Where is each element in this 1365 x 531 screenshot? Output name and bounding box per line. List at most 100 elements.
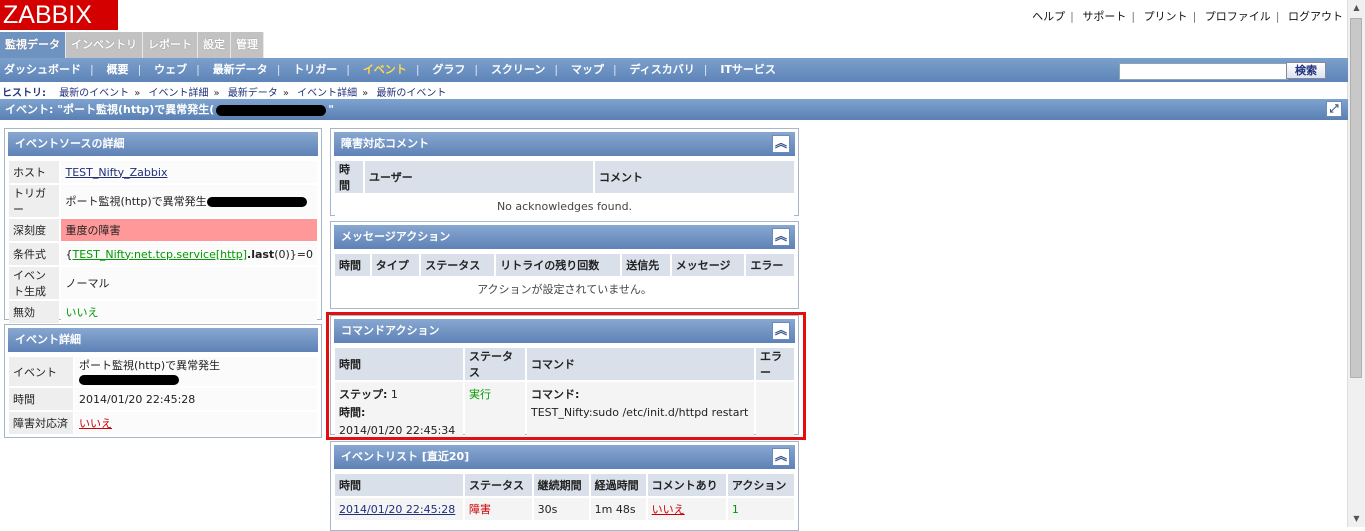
severity-label: 深刻度 — [9, 219, 60, 241]
time-label: 時間 — [9, 388, 73, 410]
scroll-up-arrow-icon[interactable]: ▲ — [1348, 0, 1365, 16]
column-header: アクション — [727, 474, 794, 496]
widget-header: メッセージアクション ︽ — [334, 225, 795, 249]
expression-item-link[interactable]: TEST_Nifty:net.tcp.service[http] — [72, 248, 247, 261]
separator: | — [276, 63, 281, 76]
widget-title: メッセージアクション — [341, 230, 451, 243]
separator: | — [1192, 10, 1197, 23]
event-ack-link[interactable]: いいえ — [652, 503, 685, 516]
history-item[interactable]: 最新のイベント — [376, 88, 446, 99]
collapse-icon[interactable]: ︽ — [772, 228, 790, 246]
print-link[interactable]: プリント — [1144, 10, 1188, 23]
separator: | — [1275, 10, 1280, 23]
event-details-table: イベント ポート監視(http)で異常発生 時間 2014/01/20 22:4… — [7, 355, 319, 436]
tab-administration[interactable]: 管理 — [231, 32, 264, 58]
tab-inventory[interactable]: インベントリ — [66, 32, 143, 58]
support-link[interactable]: サポート — [1082, 10, 1126, 23]
zabbix-logo[interactable]: ZABBIX — [0, 0, 118, 30]
ack-label: 障害対応済 — [9, 412, 73, 434]
column-header: コメントあり — [647, 474, 726, 496]
separator: | — [1070, 10, 1074, 23]
expression-label: 条件式 — [9, 243, 60, 265]
tab-configuration[interactable]: 設定 — [198, 32, 231, 58]
submenu-maps[interactable]: マップ — [571, 63, 604, 76]
page-title: イベント: "ポート監視(http)で異常発生(" ⤢ — [0, 99, 1348, 120]
host-label: ホスト — [9, 161, 60, 183]
event-time-link[interactable]: 2014/01/20 22:45:28 — [339, 503, 455, 516]
event-cell: ポート監視(http)で異常発生 — [75, 357, 317, 386]
widget-header: イベントソースの詳細 — [8, 132, 318, 156]
highlight-box — [326, 312, 806, 440]
breadcrumb-separator: » — [362, 88, 369, 99]
separator: | — [415, 63, 420, 76]
collapse-icon[interactable]: ︽ — [772, 448, 790, 466]
table-row: 2014/01/20 22:45:28 障害 30s 1m 48s いいえ 1 — [335, 498, 794, 520]
submenu-overview[interactable]: 概要 — [107, 63, 129, 76]
redacted-block — [216, 104, 327, 116]
host-link[interactable]: TEST_Nifty_Zabbix — [65, 166, 167, 179]
event-actions-count[interactable]: 1 — [727, 498, 794, 520]
submenu-latest-data[interactable]: 最新データ — [213, 63, 268, 76]
search-button[interactable]: 検索 — [1286, 62, 1326, 79]
disabled-value: いいえ — [61, 301, 317, 323]
sub-menu: ダッシュボード | 概要 | ウェブ | 最新データ | トリガー | イベント | グラフ… — [0, 58, 1348, 82]
event-label: イベント — [9, 357, 73, 386]
severity-value: 重度の障害 — [61, 219, 317, 241]
column-header: 時間 — [335, 161, 363, 193]
ack-link[interactable]: いいえ — [79, 417, 112, 430]
column-header: リトライの残り回数 — [496, 254, 621, 276]
breadcrumb: ヒストリ: 最新のイベント » イベント詳細 » 最新データ » イベント詳細 » 最新… — [2, 84, 446, 99]
message-actions-widget: メッセージアクション ︽ 時間 タイプ ステータス リトライの残り回数 送信先 メ… — [330, 221, 799, 309]
history-item[interactable]: 最新のイベント — [59, 88, 129, 99]
submenu-it-services[interactable]: ITサービス — [720, 63, 776, 76]
submenu-dashboard[interactable]: ダッシュボード — [4, 63, 81, 76]
submenu-screens[interactable]: スクリーン — [491, 63, 545, 76]
disabled-label: 無効 — [9, 301, 60, 323]
widget-header: イベント詳細 — [8, 328, 318, 352]
event-list-widget: イベントリスト [直近20] ︽ 時間 ステータス 継続期間 経過時間 コメントあ… — [330, 441, 799, 531]
separator: | — [703, 63, 708, 76]
fullscreen-icon[interactable]: ⤢ — [1326, 101, 1342, 117]
logout-link[interactable]: ログアウト — [1288, 10, 1343, 23]
collapse-icon[interactable]: ︽ — [772, 135, 790, 153]
redacted-block — [79, 375, 179, 385]
event-generation-value: ノーマル — [61, 267, 317, 299]
scrollbar-thumb[interactable] — [1350, 18, 1362, 378]
submenu-web[interactable]: ウェブ — [154, 63, 187, 76]
submenu-discovery[interactable]: ディスカバリ — [630, 63, 695, 76]
column-header: ステータス — [465, 474, 532, 496]
page-title-text: イベント: "ポート監視(http)で異常発生( — [5, 103, 215, 116]
submenu-events[interactable]: イベント — [363, 63, 407, 76]
main-tabs: 監視データ インベントリ レポート 設定 管理 — [0, 32, 264, 58]
source-details-table: ホスト TEST_Nifty_Zabbix トリガー ポート監視(http)で異… — [7, 159, 319, 325]
submenu-triggers[interactable]: トリガー — [293, 63, 337, 76]
acknowledges-widget: 障害対応コメント ︽ 時間 ユーザー コメント No acknowledges f… — [330, 128, 799, 217]
separator: | — [90, 63, 94, 76]
widget-title: イベントリスト [直近20] — [341, 450, 470, 463]
separator: | — [554, 63, 559, 76]
tab-monitoring[interactable]: 監視データ — [0, 32, 66, 58]
column-header: コメント — [595, 161, 794, 193]
history-item[interactable]: 最新データ — [228, 88, 278, 99]
vertical-scrollbar[interactable]: ▲ ▼ — [1347, 0, 1365, 527]
trigger-value: ポート監視(http)で異常発生 — [65, 195, 207, 208]
event-duration: 30s — [533, 498, 589, 520]
tab-reports[interactable]: レポート — [143, 32, 198, 58]
column-header: エラー — [746, 254, 794, 276]
history-item[interactable]: イベント詳細 — [149, 88, 209, 99]
scroll-down-arrow-icon[interactable]: ▼ — [1348, 511, 1365, 527]
column-header: メッセージ — [671, 254, 745, 276]
breadcrumb-separator: » — [213, 88, 220, 99]
history-item[interactable]: イベント詳細 — [297, 88, 357, 99]
separator: | — [474, 63, 479, 76]
breadcrumb-separator: » — [134, 88, 141, 99]
profile-link[interactable]: プロファイル — [1205, 10, 1271, 23]
search-input[interactable] — [1119, 63, 1288, 80]
submenu-graphs[interactable]: グラフ — [432, 63, 465, 76]
expr-func: .last — [247, 247, 275, 261]
column-header: ユーザー — [365, 161, 593, 193]
separator: | — [346, 63, 350, 76]
column-header: 送信先 — [622, 254, 670, 276]
history-label: ヒストリ: — [2, 88, 46, 99]
help-link[interactable]: ヘルプ — [1032, 10, 1065, 23]
